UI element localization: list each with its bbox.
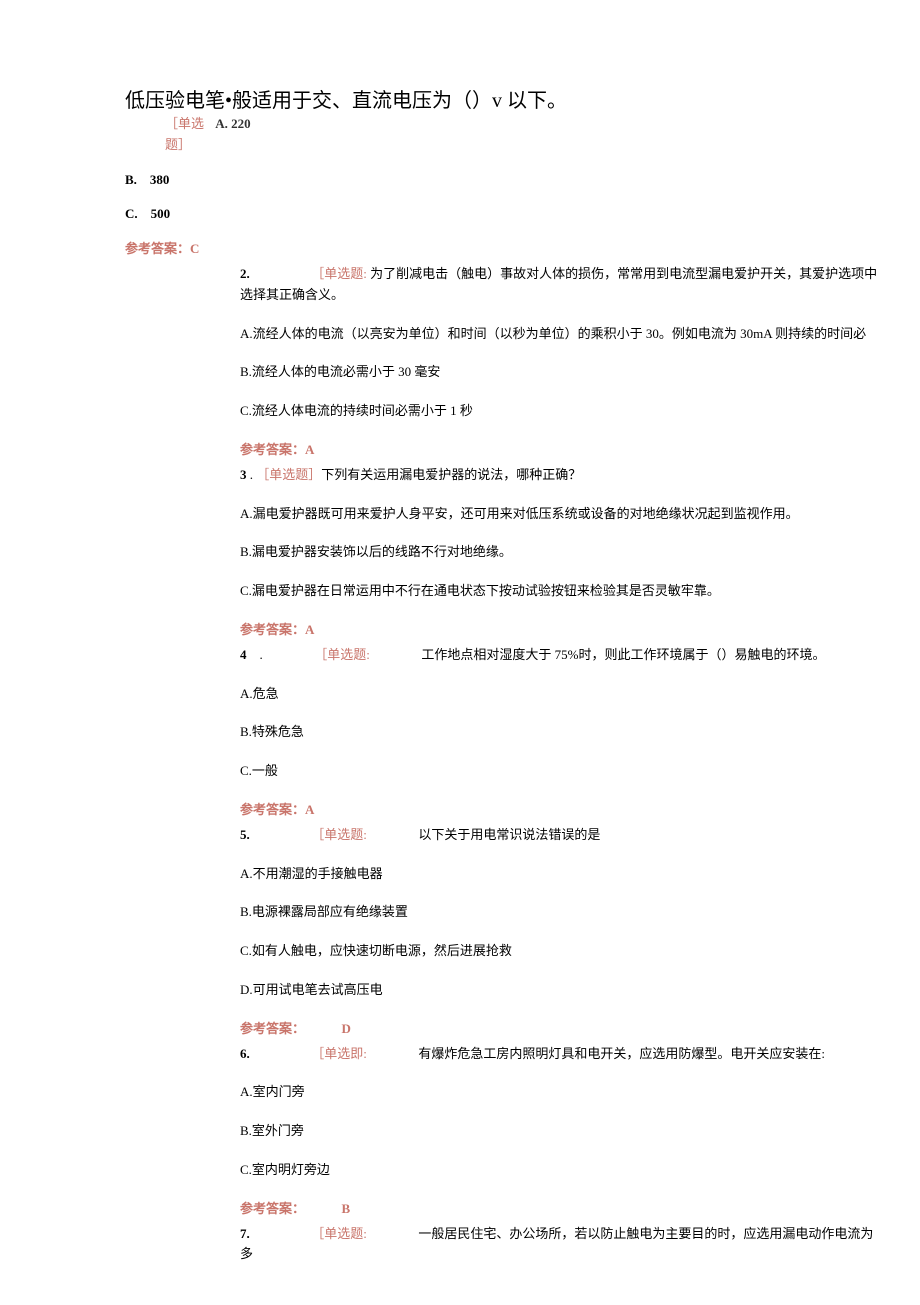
q5-header: 5. ［单选题: 以下关于用电常识说法错误的是 [240, 825, 880, 846]
q3-sep: . [247, 467, 257, 482]
q6-optC: C.室内明灯旁边 [240, 1160, 880, 1181]
q5-optB: B.电源裸露局部应有绝缘装置 [240, 902, 880, 923]
q5-text: 以下关于用电常识说法错误的是 [418, 827, 600, 842]
q4-optA: A.危急 [240, 684, 880, 705]
q6-answer: 参考答案： B [240, 1199, 880, 1220]
q2-header: 2. ［单选题: 为了削减电击（触电）事故对人体的损伤，常常用到电流型漏电爱护开… [240, 264, 880, 306]
q3-answer: 参考答案：A [240, 620, 880, 641]
q5-optD: D.可用试电笔去试高压电 [240, 980, 880, 1001]
q1-tag1: ［单选 [165, 116, 204, 131]
q6-text: 有爆炸危急工房内照明灯具和电开关，应选用防爆型。电开关应安装在: [418, 1046, 825, 1061]
q4-optB: B.特殊危急 [240, 722, 880, 743]
q3-optB: B.漏电爱护器安装饰以后的线路不行对地绝缘。 [240, 542, 880, 563]
q6-num: 6. [240, 1044, 250, 1065]
q2-optA: A.流经人体的电流（以亮安为单位）和时间（以秒为单位）的乘积小于 30。例如电流… [240, 324, 880, 345]
q5-optC: C.如有人触电，应快速切断电源，然后进展抢救 [240, 941, 880, 962]
q4-text: 工作地点相对湿度大于 75%时，则此工作环境属于（）易触电的环境。 [421, 647, 825, 662]
q2-num: 2. [240, 264, 250, 285]
q5-optA: A.不用潮湿的手接触电器 [240, 864, 880, 885]
q1-tag-row: ［单选 A. 220 [165, 114, 880, 135]
q1-answer: 参考答案：C [125, 239, 880, 260]
q2-tag: ［单选题: [311, 264, 367, 285]
q2-optB: B.流经人体的电流必需小于 30 毫安 [240, 362, 880, 383]
q5-answer: 参考答案： D [240, 1019, 880, 1040]
q5-num: 5. [240, 825, 250, 846]
q2-answer: 参考答案：A [240, 440, 880, 461]
q1-tag2: 题］ [165, 135, 880, 156]
q3-tag: ［单选题］ [256, 465, 321, 486]
q6-optB: B.室外门旁 [240, 1121, 880, 1142]
q1-optC: C. 500 [125, 204, 880, 225]
q6-optA: A.室内门旁 [240, 1082, 880, 1103]
q4-answer: 参考答案：A [240, 800, 880, 821]
q6-answer-label: 参考答案： [240, 1201, 305, 1216]
q6-answer-val: B [342, 1201, 351, 1216]
q1-optA-label: A. [215, 116, 228, 131]
q1-optA-val: 220 [231, 116, 251, 131]
q1-optB: B. 380 [125, 170, 880, 191]
q4-optC: C.一般 [240, 761, 880, 782]
q7-num: 7. [240, 1224, 250, 1245]
q7-tag: ［单选题: [311, 1224, 367, 1245]
q4-sep: . [247, 647, 263, 662]
q4-tag: ［单选题: [314, 645, 370, 666]
q3-text: 下列有关运用漏电爱护器的说法，哪种正确？ [321, 467, 581, 482]
q4-header: 4 . ［单选题: 工作地点相对湿度大于 75%时，则此工作环境属于（）易触电的… [240, 645, 880, 666]
q6-header: 6. ［单选即: 有爆炸危急工房内照明灯具和电开关，应选用防爆型。电开关应安装在… [240, 1044, 880, 1065]
q3-header: 3 . ［单选题］下列有关运用漏电爱护器的说法，哪种正确？ [240, 465, 880, 486]
q6-tag: ［单选即: [311, 1044, 367, 1065]
q3-optC: C.漏电爱护器在日常运用中不行在通电状态下按动试验按钮来检验其是否灵敏牢靠。 [240, 581, 880, 602]
q1-title: 低压验电笔•般适用于交、直流电压为（）v 以下。 [125, 85, 880, 117]
q5-answer-val: D [342, 1021, 351, 1036]
q2-optC: C.流经人体电流的持续时间必需小于 1 秒 [240, 401, 880, 422]
q5-answer-label: 参考答案： [240, 1021, 305, 1036]
q3-optA: A.漏电爱护器既可用来爱护人身平安，还可用来对低压系统或设备的对地绝缘状况起到监… [240, 504, 880, 525]
q5-tag: ［单选题: [311, 825, 367, 846]
q7-header: 7. ［单选题: 一般居民住宅、办公场所，若以防止触电为主要目的时，应选用漏电动… [240, 1224, 880, 1266]
